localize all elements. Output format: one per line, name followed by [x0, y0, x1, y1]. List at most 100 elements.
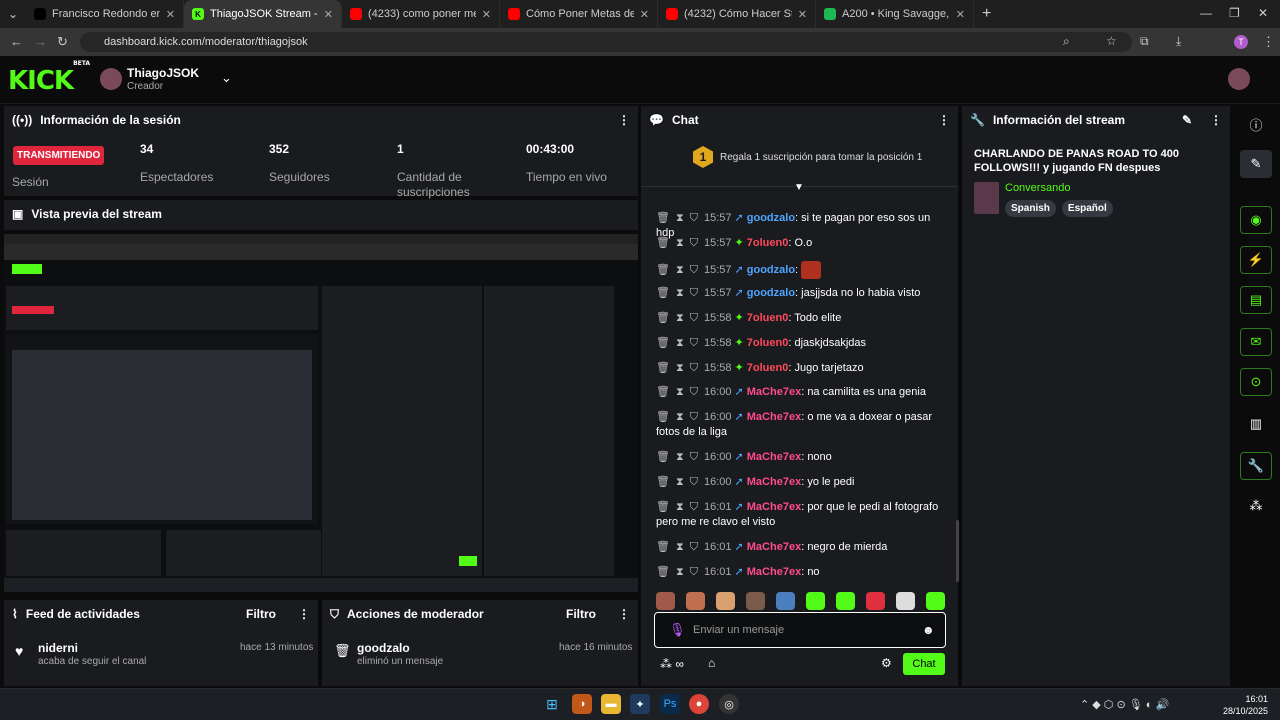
tag-espanol[interactable]: Español — [1061, 200, 1113, 217]
obs-icon[interactable]: ◎ — [719, 694, 739, 714]
timeout-icon[interactable]: ⧗ — [676, 501, 684, 513]
message-user[interactable]: MaChe7ex — [747, 541, 801, 553]
tab-search-icon[interactable]: ⌄ — [0, 7, 26, 21]
chat-message[interactable]: 🗑 ⧗ ⛉ 16:01 ➚ MaChe7ex: negro de mierda — [656, 540, 946, 555]
ban-shield-icon[interactable]: ⛉ — [690, 541, 698, 553]
feed-user[interactable]: niderni — [38, 641, 78, 655]
timeout-icon[interactable]: ⧗ — [676, 476, 684, 488]
message-user[interactable]: 7oluen0 — [747, 312, 789, 324]
chat-message[interactable]: 🗑 ⧗ ⛉ 16:00 ➚ MaChe7ex: nono — [656, 450, 946, 465]
emote-icon[interactable] — [656, 592, 675, 610]
delete-message-icon[interactable]: 🗑 — [656, 312, 670, 324]
layout-icon[interactable]: ▥ — [1240, 410, 1272, 438]
timeout-icon[interactable]: ⧗ — [676, 541, 684, 553]
extensions-icon[interactable]: ⧉ — [1140, 34, 1149, 49]
zoom-icon[interactable]: ⌕ — [1063, 34, 1070, 49]
emote-icon[interactable] — [866, 592, 885, 610]
ban-shield-icon[interactable]: ⛉ — [690, 386, 698, 398]
chat-message[interactable]: 🗑 ⧗ ⛉ 16:00 ➚ MaChe7ex: o me va a doxear o p… — [656, 410, 946, 440]
delete-message-icon[interactable]: 🗑 — [656, 566, 670, 578]
ban-shield-icon[interactable]: ⛉ — [690, 237, 698, 249]
browser-tab[interactable]: (4232) Cómo Hacer Streams en... ✕ — [658, 0, 816, 28]
tray-icons[interactable]: ⌃ ◆ ⬡ ⊙ 🎙 ◐ 🔊 — [1080, 698, 1169, 711]
delete-message-icon[interactable]: 🗑 — [656, 541, 670, 553]
chat-icon[interactable]: ✉ — [1240, 328, 1272, 356]
chat-message[interactable]: 🗑 ⧗ ⛉ 16:00 ➚ MaChe7ex: na camilita es una g… — [656, 385, 946, 400]
chrome-icon[interactable]: ● — [689, 694, 709, 714]
app-icon-2[interactable]: ✦ — [630, 694, 650, 714]
apps-icon[interactable]: ⁂ — [1240, 492, 1272, 520]
forward-icon[interactable]: → — [34, 34, 47, 49]
delete-message-icon[interactable]: 🗑 — [656, 501, 670, 513]
emote-icon[interactable] — [896, 592, 915, 610]
browser-menu-icon[interactable]: ⋮ — [1262, 34, 1275, 50]
ban-shield-icon[interactable]: ⛉ — [690, 312, 698, 324]
emote-icon[interactable] — [746, 592, 765, 610]
delete-message-icon[interactable]: 🗑 — [656, 287, 670, 299]
ban-shield-icon[interactable]: ⛉ — [690, 411, 698, 423]
chat-message[interactable]: 🗑 ⧗ ⛉ 15:57 ✦ 7oluen0: O.o — [656, 236, 946, 251]
stream-category[interactable]: Conversando — [1005, 182, 1070, 194]
pencil-icon[interactable]: ✎ — [1240, 150, 1272, 178]
timeout-icon[interactable]: ⧗ — [676, 212, 684, 224]
delete-message-icon[interactable]: 🗑 — [656, 362, 670, 374]
stream-info-menu-icon[interactable]: ⋮ — [1210, 113, 1222, 127]
kick-logo[interactable]: KICKBETA — [8, 60, 90, 96]
delete-message-icon[interactable]: 🗑 — [656, 451, 670, 463]
mod-filter-button[interactable]: Filtro — [566, 607, 596, 621]
message-user[interactable]: MaChe7ex — [747, 386, 801, 398]
send-chat-button[interactable]: Chat — [903, 653, 945, 675]
tab-close-icon[interactable]: ✕ — [798, 8, 807, 21]
timeout-icon[interactable]: ⧗ — [676, 566, 684, 578]
stream-preview-video[interactable] — [4, 234, 638, 592]
chat-message[interactable]: 🗑 ⧗ ⛉ 15:58 ✦ 7oluen0: Todo elite — [656, 311, 946, 326]
timeout-icon[interactable]: ⧗ — [676, 337, 684, 349]
ban-shield-icon[interactable]: ⛉ — [690, 362, 698, 374]
tab-close-icon[interactable]: ✕ — [956, 8, 965, 21]
windows-start-icon[interactable]: ⊞ — [542, 694, 562, 714]
timeout-icon[interactable]: ⧗ — [676, 264, 684, 276]
tab-close-icon[interactable]: ✕ — [640, 8, 649, 21]
notes-icon[interactable]: ▤ — [1240, 286, 1272, 314]
pinned-collapse-icon[interactable]: ▼ — [794, 182, 804, 193]
message-user[interactable]: MaChe7ex — [747, 476, 801, 488]
chat-settings-icon[interactable]: ⚙ — [881, 656, 892, 670]
chat-scrollbar[interactable] — [956, 520, 959, 582]
ban-shield-icon[interactable]: ⛉ — [690, 566, 698, 578]
tab-close-icon[interactable]: ✕ — [324, 8, 333, 21]
ban-shield-icon[interactable]: ⛉ — [690, 337, 698, 349]
feed-filter-button[interactable]: Filtro — [246, 607, 276, 621]
browser-tab[interactable]: A200 • King Savagge, Jairo... ✕ — [816, 0, 974, 28]
emote-icon[interactable] — [836, 592, 855, 610]
lightning-icon[interactable]: ⚡ — [1240, 246, 1272, 274]
tab-close-icon[interactable]: ✕ — [166, 8, 175, 21]
ban-shield-icon[interactable]: ⛉ — [690, 501, 698, 513]
emote-icon[interactable] — [716, 592, 735, 610]
chat-message[interactable]: 🗑 ⧗ ⛉ 16:01 ➚ MaChe7ex: por que le pedi al f… — [656, 500, 946, 530]
delete-message-icon[interactable]: 🗑 — [656, 237, 670, 249]
timeout-icon[interactable]: ⧗ — [676, 362, 684, 374]
close-window-icon[interactable]: ✕ — [1258, 6, 1268, 20]
session-menu-icon[interactable]: ⋮ — [618, 113, 630, 127]
photoshop-icon[interactable]: Ps — [660, 694, 680, 714]
delete-message-icon[interactable]: 🗑 — [656, 337, 670, 349]
minimize-icon[interactable]: — — [1200, 6, 1212, 20]
message-user[interactable]: MaChe7ex — [747, 501, 801, 513]
timeout-icon[interactable]: ⧗ — [676, 287, 684, 299]
broadcast-signal-icon[interactable]: ⊙ — [1240, 368, 1272, 396]
tag-spanish[interactable]: Spanish — [1005, 200, 1056, 217]
mic-icon[interactable]: 🎙 — [669, 622, 686, 638]
browser-tab[interactable]: (4233) como poner meta de su... ✕ — [342, 0, 500, 28]
chat-message[interactable]: 🗑 ⧗ ⛉ 15:57 ➚ goodzalo: — [656, 261, 946, 279]
points-icon[interactable]: ⁂ ∞ — [660, 657, 684, 671]
timeout-icon[interactable]: ⧗ — [676, 237, 684, 249]
mod-menu-icon[interactable]: ⋮ — [618, 607, 630, 621]
message-user[interactable]: MaChe7ex — [747, 451, 801, 463]
ban-shield-icon[interactable]: ⛉ — [690, 476, 698, 488]
back-icon[interactable]: ← — [10, 34, 23, 49]
channel-switch-chevron-icon[interactable]: ⌄ — [221, 70, 232, 86]
emote-icon[interactable] — [686, 592, 705, 610]
file-explorer-icon[interactable]: ▬ — [601, 694, 621, 714]
delete-message-icon[interactable]: 🗑 — [656, 212, 670, 224]
message-user[interactable]: goodzalo — [747, 287, 795, 299]
